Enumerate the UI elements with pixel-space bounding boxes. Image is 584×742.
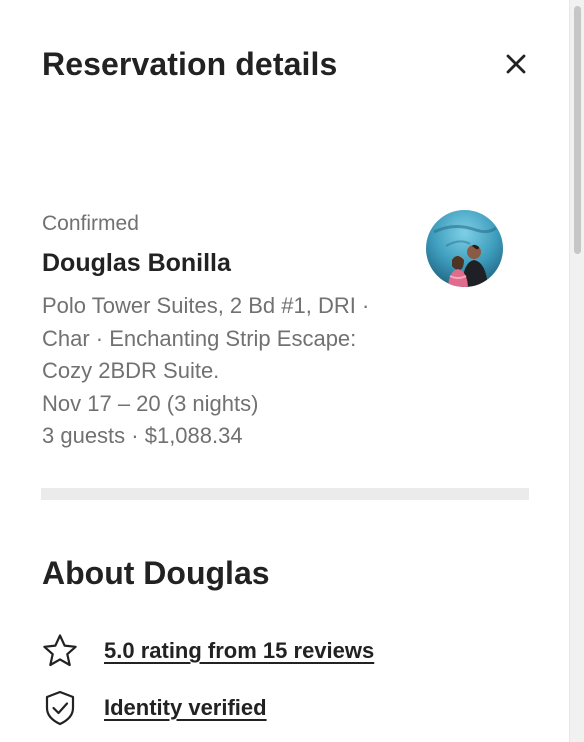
page-title: Reservation details (42, 46, 338, 82)
guests-and-total: 3 guests · $1,088.34 (42, 423, 243, 448)
reservation-details-panel: Reservation details Confirmed Douglas Bo… (0, 0, 570, 742)
about-section-title: About Douglas (42, 555, 270, 591)
close-button[interactable] (500, 48, 532, 80)
section-divider (41, 488, 529, 500)
listing-line: Char · Enchanting Strip Escape: (42, 325, 357, 351)
guest-avatar-photo (426, 210, 503, 287)
star-icon (40, 631, 80, 671)
identity-row: Identity verified (40, 688, 267, 728)
guest-avatar[interactable] (426, 210, 503, 287)
identity-verified-link[interactable]: Identity verified (104, 695, 267, 721)
listing-line: Cozy 2BDR Suite. (42, 358, 220, 383)
reservation-details-text: Polo Tower Suites, 2 Bd #1, DRI · Char ·… (42, 290, 422, 453)
reviews-link[interactable]: 5.0 rating from 15 reviews (104, 638, 374, 664)
rating-row: 5.0 rating from 15 reviews (40, 631, 374, 671)
reservation-status: Confirmed (42, 212, 139, 235)
scrollbar-thumb[interactable] (574, 6, 581, 254)
scrollbar-track[interactable] (569, 0, 584, 742)
close-icon (506, 54, 526, 74)
listing-line: Polo Tower Suites, 2 Bd #1, DRI · (42, 293, 370, 318)
guest-name: Douglas Bonilla (42, 249, 231, 277)
stay-dates: Nov 17 – 20 (3 nights) (42, 390, 259, 416)
shield-check-icon (40, 688, 80, 728)
